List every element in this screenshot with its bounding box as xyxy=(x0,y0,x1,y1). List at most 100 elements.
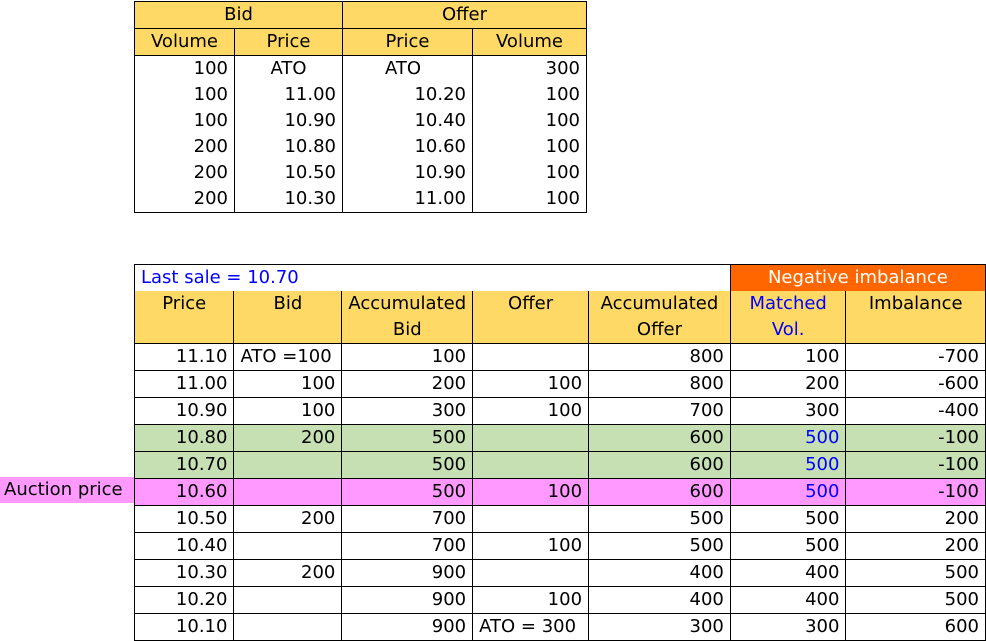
table-cell: 500 xyxy=(845,586,986,614)
table-row: 10.80 200 500 600 500 -100 xyxy=(133,424,986,452)
table-cell: 10.30 xyxy=(133,559,235,587)
table-cell: 400 xyxy=(588,586,731,614)
table-cell: 600 xyxy=(845,613,986,641)
auction-table: Last sale = 10.70 Negative imbalance Pri… xyxy=(133,264,986,641)
table-row: 10.90 100 300 100 700 300 -400 xyxy=(133,397,986,425)
table-cell: 200 xyxy=(845,505,986,533)
table-cell: 100 xyxy=(134,55,235,82)
table-cell: 500 xyxy=(729,478,847,506)
table-cell: 500 xyxy=(588,532,731,560)
table-row: 11.10 ATO =100 100 800 100 -700 xyxy=(133,343,986,371)
table-row: 200 10.30 11.00 100 xyxy=(134,186,587,213)
table-cell: -100 xyxy=(845,424,986,452)
table-cell: ATO xyxy=(342,55,473,82)
table-cell: 10.90 xyxy=(342,160,473,186)
table-cell: 300 xyxy=(729,613,847,641)
table-cell: 100 xyxy=(472,134,587,160)
table-cell: 100 xyxy=(472,370,590,398)
table-cell xyxy=(233,613,343,641)
table-cell xyxy=(472,424,590,452)
table-cell: 200 xyxy=(729,370,847,398)
table-cell: 500 xyxy=(729,424,847,452)
table-cell: 500 xyxy=(729,451,847,479)
table-cell: 100 xyxy=(472,108,587,134)
table-cell: 10.40 xyxy=(342,108,473,134)
bid-group-header: Bid xyxy=(134,1,343,29)
column-header-offer-price: Price xyxy=(342,28,473,56)
table-cell: 300 xyxy=(588,613,731,641)
table-cell: ATO = 300 xyxy=(472,613,590,641)
table-row: 200 10.80 10.60 100 xyxy=(134,134,587,160)
table-row: 10.70 500 600 500 -100 xyxy=(133,451,986,479)
negative-imbalance-banner: Negative imbalance xyxy=(729,264,986,291)
table-cell: -600 xyxy=(845,370,986,398)
table-cell: 100 xyxy=(233,397,343,425)
table-cell: 200 xyxy=(845,532,986,560)
table-cell: 100 xyxy=(472,532,590,560)
table-cell: 100 xyxy=(472,186,587,213)
table-cell: 900 xyxy=(341,613,474,641)
table-row: 200 10.50 10.90 100 xyxy=(134,160,587,186)
table-cell: 10.60 xyxy=(133,478,235,506)
table-cell: 300 xyxy=(472,55,587,82)
table-cell xyxy=(472,559,590,587)
table-cell: 200 xyxy=(233,505,343,533)
column-header-bid-price: Price xyxy=(234,28,343,56)
table-cell: 500 xyxy=(588,505,731,533)
table-cell: 200 xyxy=(134,134,235,160)
table-cell: 500 xyxy=(341,451,474,479)
auction-rows: 11.10 ATO =100 100 800 100 -700 11.00 100 200 100… xyxy=(133,343,986,641)
column-header-bid: Bid xyxy=(233,291,343,344)
table-cell: 100 xyxy=(729,343,847,371)
table-row: 10.60 500 100 600 500 -100 xyxy=(133,478,986,506)
table-cell: 10.80 xyxy=(234,134,343,160)
table-row: 10.40 700 100 500 500 200 xyxy=(133,532,986,560)
table-cell: 300 xyxy=(341,397,474,425)
table-cell: 800 xyxy=(588,343,731,371)
table-cell: 100 xyxy=(472,82,587,108)
table-cell: 700 xyxy=(341,505,474,533)
table-cell: 11.00 xyxy=(133,370,235,398)
table-cell: 11.00 xyxy=(234,82,343,108)
table-row: 10.10 900 ATO = 300 300 300 600 xyxy=(133,613,986,641)
table-cell: 400 xyxy=(729,559,847,587)
table-row: 10.20 900 100 400 400 500 xyxy=(133,586,986,614)
table-cell: 100 xyxy=(341,343,474,371)
table-cell: 500 xyxy=(729,532,847,560)
table-cell: 10.70 xyxy=(133,451,235,479)
table-cell: 500 xyxy=(845,559,986,587)
table-cell: 10.40 xyxy=(133,532,235,560)
table-cell: 200 xyxy=(341,370,474,398)
table-cell: -100 xyxy=(845,451,986,479)
table-cell: -100 xyxy=(845,478,986,506)
table-cell: 500 xyxy=(341,424,474,452)
table-cell: -700 xyxy=(845,343,986,371)
table-cell: 10.20 xyxy=(133,586,235,614)
column-header-offer: Offer xyxy=(472,291,590,344)
table-cell: 600 xyxy=(588,451,731,479)
table-cell: 10.50 xyxy=(234,160,343,186)
table-cell xyxy=(472,451,590,479)
table-row: 10.50 200 700 500 500 200 xyxy=(133,505,986,533)
offer-group-header: Offer xyxy=(342,1,587,29)
column-header-matched-vol: Matched Vol. xyxy=(729,291,847,344)
table-cell: 500 xyxy=(729,505,847,533)
table-cell: 200 xyxy=(134,160,235,186)
table-cell xyxy=(472,505,590,533)
table-cell: -400 xyxy=(845,397,986,425)
table-cell: 10.10 xyxy=(133,613,235,641)
table-cell: 700 xyxy=(341,532,474,560)
table-cell: 11.10 xyxy=(133,343,235,371)
table-cell: 100 xyxy=(472,586,590,614)
column-header-imbalance: Imbalance xyxy=(845,291,986,344)
table-cell: 800 xyxy=(588,370,731,398)
table-cell: ATO =100 xyxy=(233,343,343,371)
table-cell: 100 xyxy=(134,108,235,134)
table-cell: 100 xyxy=(134,82,235,108)
last-sale-label: Last sale = 10.70 xyxy=(134,264,731,291)
table-cell xyxy=(233,586,343,614)
table-cell: 100 xyxy=(233,370,343,398)
table-cell: 10.60 xyxy=(342,134,473,160)
table-row: 10.30 200 900 400 400 500 xyxy=(133,559,986,587)
table-cell: 900 xyxy=(341,586,474,614)
